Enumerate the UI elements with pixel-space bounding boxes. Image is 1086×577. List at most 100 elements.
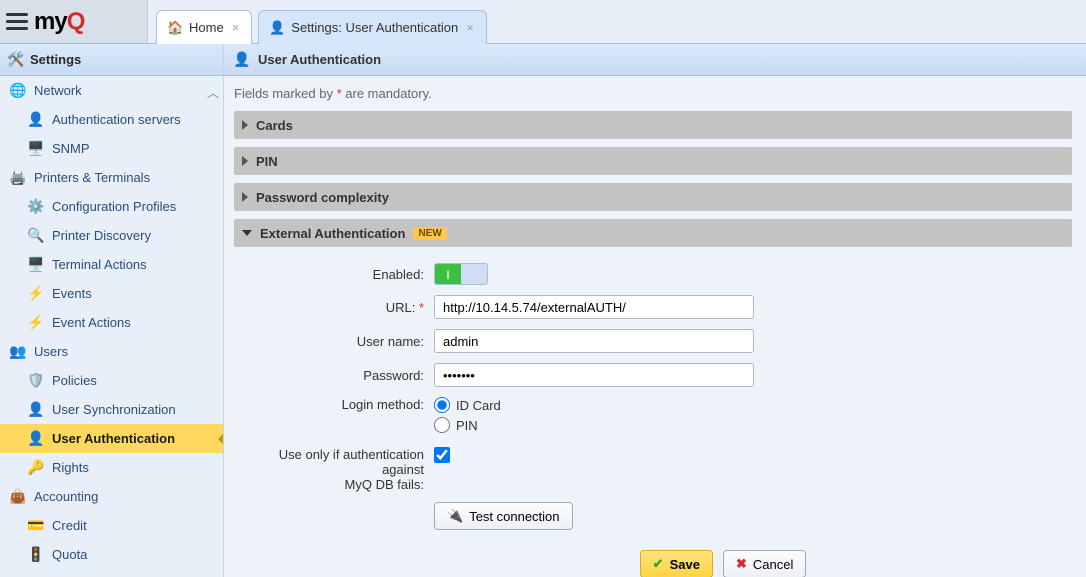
- save-button[interactable]: ✔ Save: [640, 550, 713, 577]
- monitor-icon: 🖥️: [28, 141, 44, 157]
- plug-icon: 🔌: [447, 508, 463, 524]
- key-icon: 🔑: [28, 460, 44, 476]
- acc-head-cards[interactable]: Cards: [234, 111, 1072, 139]
- user-icon: 👤: [269, 20, 285, 36]
- switch-on-icon: |: [435, 264, 461, 284]
- monitor-icon: 🖥️: [28, 257, 44, 273]
- sidebar-item-label: Credit: [52, 518, 87, 533]
- sidebar-item-accounting[interactable]: 👜 Accounting: [0, 482, 223, 511]
- row-fallback: Use only if authentication against MyQ D…: [234, 447, 1072, 492]
- fallback-checkbox[interactable]: [434, 447, 450, 463]
- radio-idcard[interactable]: [434, 397, 450, 413]
- menu-icon[interactable]: [6, 11, 28, 33]
- radio-pin[interactable]: [434, 417, 450, 433]
- acc-head-pwd[interactable]: Password complexity: [234, 183, 1072, 211]
- tab-home[interactable]: 🏠 Home ×: [156, 10, 252, 44]
- scroll-up-icon[interactable]: ︿: [207, 84, 219, 101]
- top-bar: myQ 🏠 Home × 👤 Settings: User Authentica…: [0, 0, 1086, 44]
- check-icon: ✔: [653, 556, 664, 572]
- gear-icon: ⚙️: [28, 199, 44, 215]
- sidebar-item-label: Printers & Terminals: [34, 170, 150, 185]
- sidebar-item-events[interactable]: ⚡Events: [0, 279, 223, 308]
- radio-pin-line: PIN: [434, 417, 754, 433]
- sidebar-item-eventactions[interactable]: ⚡Event Actions: [0, 308, 223, 337]
- enabled-label: Enabled:: [234, 267, 434, 282]
- acc-cards: Cards: [234, 111, 1072, 139]
- shield-icon: 🛡️: [28, 373, 44, 389]
- sidebar-item-terminalact[interactable]: 🖥️Terminal Actions: [0, 250, 223, 279]
- acc-head-pin[interactable]: PIN: [234, 147, 1072, 175]
- sidebar-item-printerdisc[interactable]: 🔍Printer Discovery: [0, 221, 223, 250]
- content-title: User Authentication: [258, 52, 381, 67]
- acc-title: PIN: [256, 154, 278, 169]
- password-input[interactable]: [434, 363, 754, 387]
- new-badge: NEW: [413, 227, 446, 240]
- user-icon: 👤: [234, 52, 250, 68]
- sidebar-item-usersync[interactable]: 👤User Synchronization: [0, 395, 223, 424]
- home-icon: 🏠: [167, 20, 183, 36]
- sidebar-title: 🛠️ Settings: [0, 44, 223, 76]
- acc-head-ext[interactable]: External Authentication NEW: [234, 219, 1072, 247]
- sidebar-item-rights[interactable]: 🔑 Rights: [0, 453, 223, 482]
- button-row: ✔ Save ✖ Cancel: [234, 550, 1072, 577]
- cancel-button[interactable]: ✖ Cancel: [723, 550, 806, 577]
- user-icon: 👤: [28, 402, 44, 418]
- users-icon: 👥: [10, 344, 26, 360]
- hint-text-a: Fields marked by: [234, 86, 337, 101]
- sidebar-item-quota[interactable]: 🚦Quota: [0, 540, 223, 569]
- url-input[interactable]: [434, 295, 754, 319]
- sidebar-item-label: Quota: [52, 547, 87, 562]
- content-body: Fields marked by * are mandatory. Cards …: [224, 76, 1086, 577]
- sidebar-item-label: Network: [34, 83, 82, 98]
- sidebar-item-label: Rights: [52, 460, 89, 475]
- sidebar-item-userauth[interactable]: 👤User Authentication: [0, 424, 223, 453]
- fallback-label-b: MyQ DB fails:: [345, 477, 424, 492]
- logo-text-a: my: [34, 8, 67, 35]
- sidebar-item-label: Events: [52, 286, 92, 301]
- acc-title: External Authentication: [260, 226, 405, 241]
- fallback-label-a: Use only if authentication against: [279, 447, 424, 477]
- enabled-switch[interactable]: |: [434, 263, 488, 285]
- sidebar-item-authservers[interactable]: 👤Authentication servers: [0, 105, 223, 134]
- bag-icon: 👜: [10, 489, 26, 505]
- card-icon: 💳: [28, 518, 44, 534]
- printer-icon: 🖨️: [10, 170, 26, 186]
- acc-pin: PIN: [234, 147, 1072, 175]
- accordion: Cards PIN Password complexity External A…: [234, 111, 1072, 577]
- row-url: URL: *: [234, 295, 1072, 319]
- acc-title: Password complexity: [256, 190, 389, 205]
- chevron-right-icon: [242, 156, 248, 166]
- test-btn-label: Test connection: [469, 509, 559, 524]
- cancel-btn-label: Cancel: [753, 557, 793, 572]
- globe-icon: 🌐: [10, 83, 26, 99]
- acc-passwordcomplexity: Password complexity: [234, 183, 1072, 211]
- username-label: User name:: [234, 334, 434, 349]
- sidebar-item-credit[interactable]: 💳 Credit: [0, 511, 223, 540]
- sidebar-item-label: Accounting: [34, 489, 98, 504]
- tab-home-label: Home: [189, 20, 224, 35]
- sidebar-item-label: Event Actions: [52, 315, 131, 330]
- sidebar-item-users[interactable]: 👥Users: [0, 337, 223, 366]
- sidebar-item-label: SNMP: [52, 141, 90, 156]
- sidebar-item-configprofiles[interactable]: ⚙️Configuration Profiles: [0, 192, 223, 221]
- sidebar-item-printers[interactable]: 🖨️ Printers & Terminals: [0, 163, 223, 192]
- close-icon[interactable]: ×: [230, 20, 242, 35]
- sidebar-item-network[interactable]: 🌐 Network: [0, 76, 223, 105]
- logo-text-b: Q: [67, 8, 85, 35]
- content: 👤 User Authentication Fields marked by *…: [224, 44, 1086, 577]
- main-split: 🛠️ Settings ︿ 🌐 Network 👤Authentication s…: [0, 44, 1086, 577]
- chevron-down-icon: [242, 230, 252, 236]
- tab-settings-userauth[interactable]: 👤 Settings: User Authentication ×: [258, 10, 487, 44]
- acc-externalauth: External Authentication NEW Enabled: |: [234, 219, 1072, 577]
- row-test: 🔌 Test connection: [234, 502, 1072, 530]
- loginmethod-label: Login method:: [234, 397, 434, 412]
- test-connection-button[interactable]: 🔌 Test connection: [434, 502, 573, 530]
- sidebar-item-snmp[interactable]: 🖥️ SNMP: [0, 134, 223, 163]
- app-logo: myQ: [34, 8, 84, 36]
- search-icon: 🔍: [28, 228, 44, 244]
- sidebar-item-policies[interactable]: 🛡️Policies: [0, 366, 223, 395]
- close-icon[interactable]: ×: [464, 20, 476, 35]
- save-btn-label: Save: [670, 557, 700, 572]
- row-enabled: Enabled: |: [234, 263, 1072, 285]
- username-input[interactable]: [434, 329, 754, 353]
